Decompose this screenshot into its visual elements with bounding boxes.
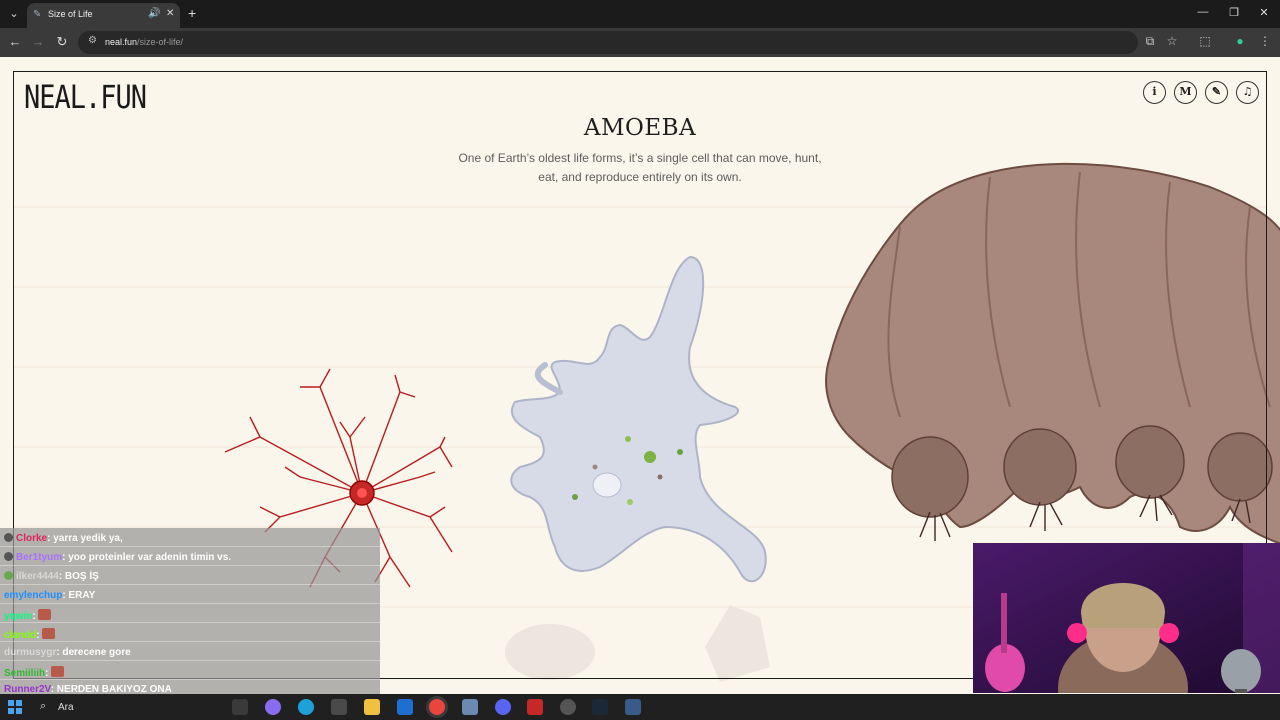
chat-text: : yarra yedik ya, <box>47 533 123 544</box>
discord-icon[interactable] <box>495 699 511 715</box>
minimize-icon[interactable]: — <box>1194 6 1212 18</box>
chat-text: : <box>45 668 49 679</box>
tab-search-menu-icon[interactable]: ⌄ <box>6 6 22 22</box>
chat-text: : BOŞ İŞ <box>58 571 99 582</box>
restore-icon[interactable]: ❐ <box>1225 6 1243 19</box>
chat-username: ilker4444 <box>16 571 59 582</box>
webcam-overlay <box>973 543 1280 693</box>
tab-title: Size of Life <box>48 9 93 19</box>
species-title: AMOEBA <box>583 115 697 141</box>
streamer-webcam-image <box>973 543 1280 693</box>
edge-icon[interactable] <box>298 699 314 715</box>
medium-icon[interactable]: M <box>1174 81 1197 104</box>
species-description-line: One of Earth’s oldest life forms, it’s a… <box>458 151 822 165</box>
info-icon[interactable]: i <box>1143 81 1166 104</box>
chat-badge-icon <box>4 552 13 561</box>
chat-message: Clorke: yarra yedik ya, <box>4 533 123 550</box>
chat-message: yqwin: <box>4 609 52 626</box>
chat-username: durmusygr <box>4 647 57 658</box>
tab-close-icon[interactable]: ✕ <box>166 8 174 19</box>
chat-emote-icon <box>51 666 65 677</box>
new-tab-icon[interactable]: + <box>188 5 196 21</box>
chat-username: Ber1tyum <box>16 552 63 563</box>
profile-icon[interactable]: ● <box>1232 34 1248 48</box>
chat-username: Clorke <box>16 533 48 544</box>
chat-emote-icon <box>42 628 56 639</box>
chat-username: emylenchup <box>4 590 63 601</box>
chat-username: Semiiliih <box>4 668 46 679</box>
chat-message: Semiiliih: <box>4 666 65 683</box>
windows-start-icon[interactable] <box>8 700 22 714</box>
url-text: neal.fun/size-of-life/ <box>105 37 183 47</box>
chat-badge-icon <box>4 571 13 580</box>
chat-username: yqwin <box>4 611 33 622</box>
chat-emote-icon <box>38 609 52 620</box>
url-host: neal.fun <box>105 37 138 47</box>
chat-text: : ERAY <box>62 590 96 601</box>
back-icon[interactable]: ← <box>7 34 23 49</box>
taskbar: ⌕ Ara <box>0 694 1280 720</box>
more-menu-icon[interactable]: ⋮ <box>1257 34 1273 48</box>
chat-username: clandd <box>4 630 37 641</box>
species-description: One of Earth’s oldest life forms, it’s a… <box>455 149 825 187</box>
chat-message: ilker4444: BOŞ İŞ <box>4 571 99 588</box>
chat-message: durmusygr: derecene gore <box>4 647 131 664</box>
browser-tab-bar: ⌄ ✎ Size of Life 🔊 ✕ + — ❐ ✕ <box>0 0 1280 28</box>
bookmark-star-icon[interactable]: ☆ <box>1164 34 1180 48</box>
chat-text: : yoo proteinler var adenin timin vs. <box>62 552 232 563</box>
voicemeeter-icon[interactable] <box>527 699 543 715</box>
close-window-icon[interactable]: ✕ <box>1255 6 1273 19</box>
address-bar[interactable]: ⚙ neal.fun/size-of-life/ <box>78 31 1138 54</box>
task-view-icon[interactable] <box>232 699 248 715</box>
search-icon: ⌕ <box>40 700 47 712</box>
chat-divider <box>0 622 380 623</box>
browser-tab[interactable]: ✎ Size of Life 🔊 ✕ <box>27 3 180 28</box>
translate-icon[interactable]: ⧉ <box>1142 34 1158 49</box>
chrome-icon[interactable] <box>429 699 445 715</box>
music-note-icon[interactable]: ♫ <box>1236 81 1259 104</box>
chat-message: emylenchup: ERAY <box>4 590 95 607</box>
utility-icon[interactable] <box>560 699 576 715</box>
chat-message: clandd: <box>4 628 56 645</box>
browser-toolbar: ← → ↻ ⚙ neal.fun/size-of-life/ ⧉ ☆ ⬚ ● ⋮ <box>0 28 1280 57</box>
taskbar-search[interactable]: ⌕ Ara <box>32 696 224 718</box>
url-path: /size-of-life/ <box>137 37 184 47</box>
chat-badge-icon <box>4 533 13 542</box>
outlook-icon[interactable] <box>397 699 413 715</box>
site-info-icon[interactable]: ⚙ <box>88 35 97 46</box>
site-favicon-icon: ✎ <box>33 9 42 20</box>
microphone-icon <box>1221 649 1261 693</box>
app-icon[interactable] <box>462 699 478 715</box>
extensions-icon[interactable]: ⬚ <box>1197 34 1213 48</box>
chat-text: : <box>32 611 36 622</box>
chat-text: : <box>36 630 40 641</box>
tab-audio-icon[interactable]: 🔊 <box>148 8 160 19</box>
site-logo[interactable]: NEAL.FUN <box>24 79 147 116</box>
chat-divider <box>0 641 380 642</box>
calculator-icon[interactable] <box>625 699 641 715</box>
store-icon[interactable] <box>331 699 347 715</box>
chat-message: Ber1tyum: yoo proteinler var adenin timi… <box>4 552 231 569</box>
reload-icon[interactable]: ↻ <box>54 34 70 50</box>
stream-chat-overlay: Clorke: yarra yedik ya, Ber1tyum: yoo pr… <box>0 528 380 695</box>
copilot-icon[interactable] <box>265 699 281 715</box>
species-description-line: eat, and reproduce entirely on its own. <box>538 170 742 184</box>
forward-icon[interactable]: → <box>30 34 46 49</box>
file-explorer-icon[interactable] <box>364 699 380 715</box>
steam-icon[interactable] <box>592 699 608 715</box>
chat-text: : derecene gore <box>56 647 131 658</box>
search-label: Ara <box>58 702 74 713</box>
pencil-icon[interactable]: ✎ <box>1205 81 1228 104</box>
